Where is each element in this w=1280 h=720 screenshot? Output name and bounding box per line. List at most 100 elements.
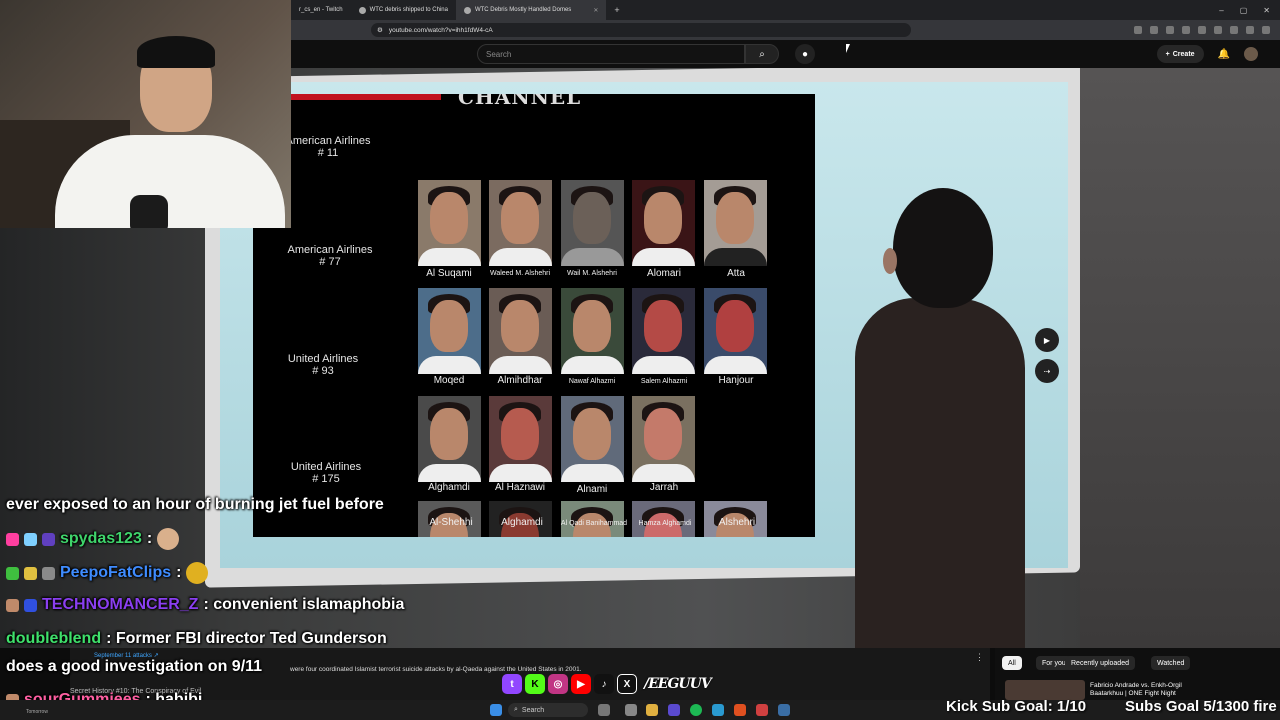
folder-icon[interactable] [646, 704, 658, 716]
new-tab-button[interactable]: + [606, 5, 627, 15]
windows-taskbar: Tomorrow ⌕ Search [0, 700, 1280, 720]
chip-recently-uploaded[interactable]: Recently uploaded [1065, 656, 1135, 670]
globe-icon [358, 6, 366, 14]
portrait-photo [632, 180, 695, 266]
chat-username[interactable]: TECHNOMANCER_Z [42, 596, 198, 614]
portrait-photo [418, 396, 481, 482]
windows-start-icon[interactable] [490, 704, 502, 716]
chat-username[interactable]: doubleblend [6, 630, 101, 648]
portrait-photo [489, 288, 552, 374]
portrait-photo [418, 180, 481, 266]
app-icon[interactable] [668, 704, 680, 716]
chat-text: ever exposed to an hour of burning jet f… [6, 496, 384, 513]
badge-icon [6, 532, 19, 546]
flight-name: American Airlines # 77 [287, 244, 373, 268]
emote-icon [157, 528, 180, 550]
slide-title: CHANNEL [458, 94, 582, 109]
create-button[interactable]: + Create [1156, 45, 1204, 63]
extension-icon[interactable] [1182, 26, 1190, 34]
extension-icon[interactable] [1166, 26, 1174, 34]
close-icon[interactable]: ✕ [593, 7, 598, 14]
voice-search-button[interactable]: ● [795, 44, 815, 64]
spotify-icon[interactable] [690, 704, 702, 716]
mouse-cursor [846, 44, 850, 53]
more-options-icon[interactable]: ⋮ [975, 652, 984, 663]
site-info-icon[interactable]: ⚙ [377, 26, 383, 34]
steam-icon[interactable] [778, 704, 790, 716]
app-icon[interactable] [712, 704, 724, 716]
globe-icon [463, 6, 471, 14]
chip-watched[interactable]: Watched [1151, 656, 1191, 670]
extension-icon[interactable] [1214, 26, 1222, 34]
bell-icon[interactable]: 🔔 [1218, 49, 1230, 60]
emote-icon [186, 562, 209, 584]
share-overlay-button[interactable]: ⇢ [1035, 359, 1059, 383]
recommendations-panel: All For you Recently uploaded Watched Fa… [995, 648, 1280, 700]
minimize-button[interactable]: – [1219, 6, 1223, 15]
hijacker-name: Hanjour [718, 375, 754, 386]
portrait-photo [632, 396, 695, 482]
chip-all[interactable]: All [1002, 656, 1022, 670]
tab-twitch[interactable]: r_cs_en - Twitch [291, 0, 351, 20]
flight-label: United Airlines # 175 [253, 461, 406, 485]
chat-message: doubleblend : Former FBI director Ted Gu… [6, 630, 387, 648]
extension-icon[interactable] [1246, 26, 1254, 34]
extension-icon[interactable] [1198, 26, 1206, 34]
tab-label: WTC debris shipped to China [369, 7, 448, 13]
extension-icon[interactable] [1262, 26, 1270, 34]
kick-icon: K [525, 674, 545, 694]
mic-icon: ● [801, 48, 809, 60]
hijacker-name: Alshehri [718, 517, 756, 528]
play-overlay-button[interactable]: ▶ [1035, 328, 1059, 352]
chat-text: : convenient islamaphobia [203, 596, 405, 613]
x-icon: X [617, 674, 637, 694]
badge-icon [42, 566, 55, 580]
chat-username[interactable]: spydas123 [60, 530, 142, 548]
browser-tabstrip: r_cs_en - Twitch WTC debris shipped to C… [291, 0, 1280, 20]
taskbar-search[interactable]: ⌕ Search [508, 703, 588, 717]
flight-name: United Airlines # 175 [290, 461, 362, 485]
tab-label: WTC Debris Mostly Handled Domes [474, 7, 572, 13]
flight-label: United Airlines # 93 [253, 353, 403, 377]
extension-icon[interactable] [1134, 26, 1142, 34]
tab-wtc-domestic[interactable]: WTC Debris Mostly Handled Domes ✕ [455, 0, 607, 20]
window-controls: – ▢ ✕ [1219, 6, 1280, 15]
badge-icon [42, 532, 55, 546]
search-placeholder: Search [486, 49, 512, 59]
extension-icon[interactable] [1230, 26, 1238, 34]
app-icon[interactable] [598, 704, 610, 716]
portrait-photo [632, 501, 695, 537]
chat-message: does a good investigation on 9/11 [6, 658, 262, 676]
avatar[interactable] [1244, 47, 1258, 61]
browser-icon[interactable] [734, 704, 746, 716]
recommended-title[interactable]: Fabricio Andrade vs. Enkh-Orgil Baatarkh… [1090, 682, 1210, 698]
close-window-button[interactable]: ✕ [1263, 6, 1270, 15]
tab-label: r_cs_en - Twitch [299, 7, 343, 13]
portrait-photo [418, 288, 481, 374]
app-icon[interactable] [625, 704, 637, 716]
play-icon: ▶ [1043, 335, 1051, 345]
recommended-thumbnail[interactable] [1005, 680, 1085, 700]
flight-name: American Airlines # 11 [285, 135, 371, 159]
extension-icon[interactable] [1150, 26, 1158, 34]
search-button[interactable]: ⌕ [745, 44, 779, 64]
share-icon: ⇢ [1043, 366, 1051, 376]
app-icon[interactable] [756, 704, 768, 716]
background-wall [1080, 68, 1280, 648]
presenter-head [893, 188, 993, 308]
badge-icon [24, 598, 37, 612]
streamer-body [55, 135, 285, 228]
maximize-button[interactable]: ▢ [1240, 6, 1248, 15]
url-field[interactable]: ⚙ youtube.com/watch?v=ihh1fdW4-cA [371, 23, 911, 37]
search-input[interactable]: Search [477, 44, 745, 64]
hijacker-name: Atta [727, 268, 745, 279]
portrait-photo [561, 501, 624, 537]
chat-username[interactable]: PeepoFatClips [60, 564, 171, 582]
plus-icon: + [1165, 50, 1170, 58]
instagram-icon: ◎ [548, 674, 568, 694]
chat-message: ever exposed to an hour of burning jet f… [6, 496, 384, 514]
description-text: were four coordinated Islamist terrorist… [290, 666, 582, 673]
streamer-handle: /EEGUUV [644, 676, 712, 692]
chat-text: does a good investigation on 9/11 [6, 658, 263, 675]
tab-wtc-china[interactable]: WTC debris shipped to China [351, 0, 456, 20]
